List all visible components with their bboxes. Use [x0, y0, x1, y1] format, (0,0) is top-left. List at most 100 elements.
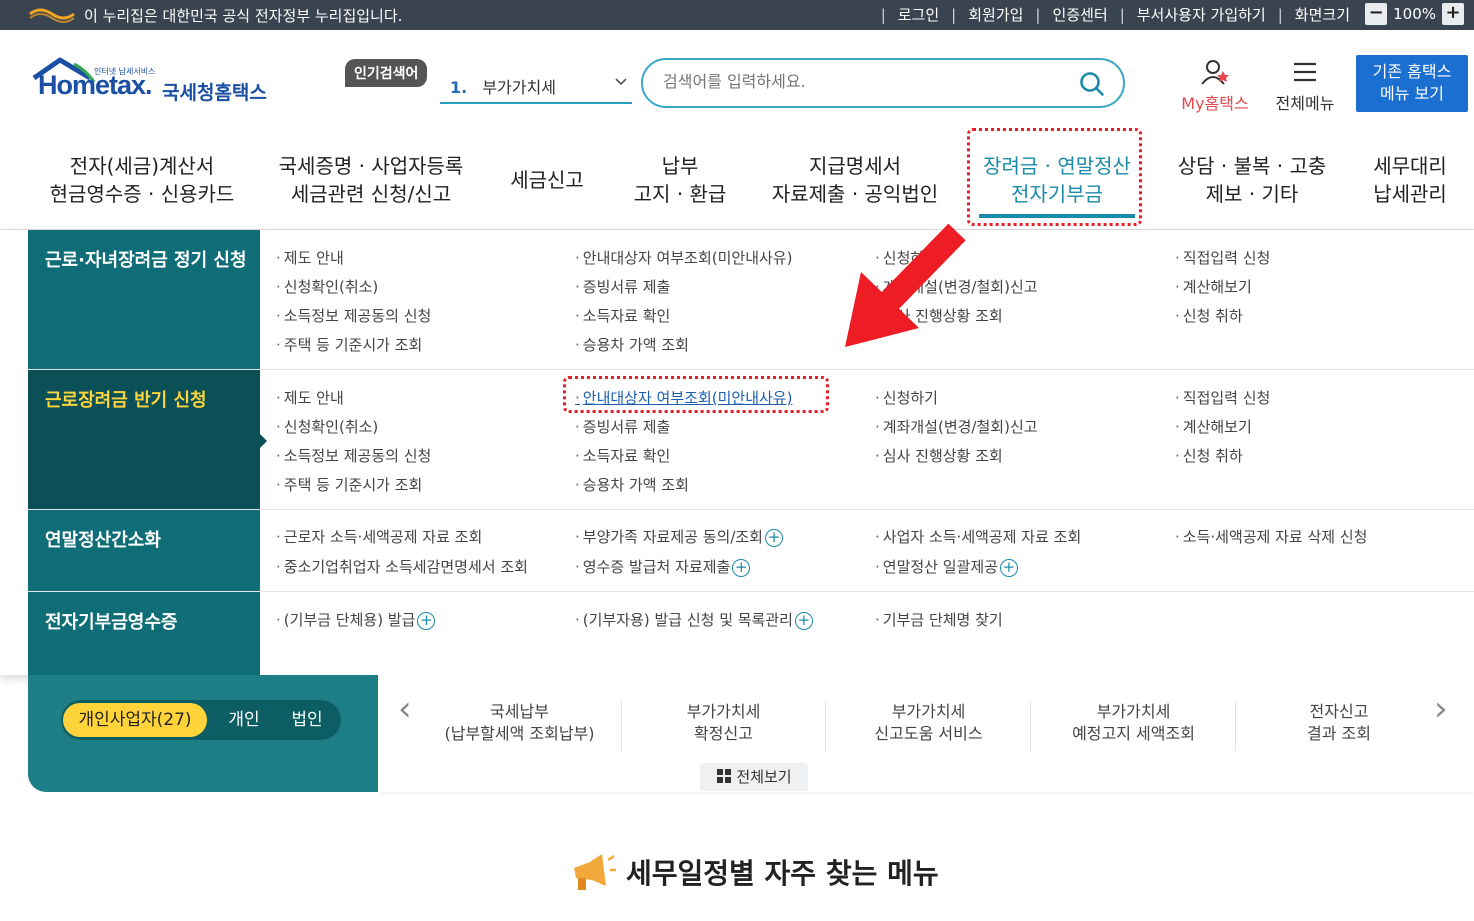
menu-link[interactable]: 신청 취하	[1175, 445, 1243, 466]
plus-circle-icon[interactable]: +	[794, 611, 813, 630]
signup-link[interactable]: 회원가입	[956, 4, 1035, 25]
menu-link[interactable]: 사업자 소득·세액공제 자료 조회	[875, 526, 1081, 547]
plus-circle-icon[interactable]: +	[999, 558, 1018, 577]
popular-keyword: 부가가치세	[482, 78, 556, 97]
menu-link[interactable]: 소득정보 제공동의 신청	[276, 445, 432, 466]
quick-item-vat-estimate[interactable]: 부가가치세 예정고지 세액조회	[1032, 701, 1236, 751]
menu-row-donation-receipt: 전자기부금영수증 (기부금 단체용) 발급+ (기부자용) 발급 신청 및 목록…	[28, 592, 1474, 675]
menu-link[interactable]: 제도 안내	[276, 247, 344, 268]
gnb-payment-refund[interactable]: 납부 고지 · 환급	[622, 152, 738, 208]
search-box	[641, 58, 1125, 108]
menu-link[interactable]: 소득·세액공제 자료 삭제 신청	[1175, 526, 1368, 547]
mega-dropdown-menu: 근로·자녀장려금 정기 신청 제도 안내 신청확인(취소) 소득정보 제공동의 …	[0, 230, 1474, 675]
plus-circle-icon[interactable]: +	[764, 528, 783, 547]
menu-link-label: 연말정산 일괄제공	[882, 558, 998, 576]
menu-row-title-active[interactable]: 근로장려금 반기 신청	[28, 370, 267, 509]
menu-link[interactable]: 계산해보기	[1175, 276, 1252, 297]
chevron-left-icon[interactable]: ‹	[398, 689, 412, 729]
menu-link-expandable[interactable]: 부양가족 자료제공 동의/조회+	[575, 526, 783, 547]
zoom-value: 100%	[1393, 5, 1436, 23]
chevron-right-icon[interactable]: ›	[1434, 689, 1448, 729]
legacy-menu-line2: 메뉴 보기	[1380, 84, 1444, 103]
menu-link[interactable]: 계좌개설(변경/철회)신고	[875, 416, 1038, 437]
gnb-certificate-registration[interactable]: 국세증명 · 사업자등록 세금관련 신청/신고	[270, 152, 472, 208]
megaphone-icon	[574, 854, 616, 890]
login-link[interactable]: 로그인	[886, 4, 951, 25]
menu-link[interactable]: 신청확인(취소)	[276, 416, 379, 437]
menu-link[interactable]: 승용차 가액 조회	[575, 334, 689, 355]
menu-link[interactable]: 신청 취하	[1175, 305, 1243, 326]
hamburger-icon	[1294, 62, 1316, 82]
menu-link[interactable]: 주택 등 기준시가 조회	[276, 334, 423, 355]
menu-link[interactable]: 신청하기	[875, 387, 938, 408]
gov-logo-icon	[29, 8, 75, 23]
quick-item-tax-payment[interactable]: 국세납부 (납부할세액 조회납부)	[418, 701, 622, 751]
zoom-out-button[interactable]: −	[1365, 3, 1388, 25]
menu-link[interactable]: 주택 등 기준시가 조회	[276, 474, 423, 495]
menu-link-expandable[interactable]: 연말정산 일괄제공+	[875, 556, 1018, 577]
quick-menu-carousel: ‹ 국세납부 (납부할세액 조회납부) 부가가치세 확정신고 부가가치세 신고도…	[378, 675, 1474, 792]
dept-user-signup-link[interactable]: 부서사용자 가입하기	[1125, 4, 1278, 25]
menu-link[interactable]: 근로자 소득·세액공제 자료 조회	[276, 526, 482, 547]
tab-individual[interactable]: 개인	[215, 703, 273, 737]
menu-link[interactable]: 심사 진행상황 조회	[875, 445, 1003, 466]
menu-row-title[interactable]: 연말정산간소화	[28, 510, 260, 591]
menu-link[interactable]: 신청확인(취소)	[276, 276, 379, 297]
gov-banner: 이 누리집은 대한민국 공식 전자정부 누리집입니다. | 로그인 | 회원가입…	[0, 0, 1474, 30]
quick-service-panel: 개인사업자(27) 개인 법인 ‹ 국세납부 (납부할세액 조회납부) 부가가치…	[28, 675, 1474, 792]
menu-link-expandable[interactable]: 영수증 발급처 자료제출+	[575, 556, 751, 577]
view-all-button[interactable]: 전체보기	[700, 763, 808, 791]
logo-korean-name: 국세청홈택스	[162, 82, 267, 104]
all-menu-label: 전체메뉴	[1275, 94, 1335, 113]
menu-row-title[interactable]: 근로·자녀장려금 정기 신청	[28, 230, 260, 369]
view-all-label: 전체보기	[736, 768, 792, 786]
my-hometax-button[interactable]: My홈택스	[1172, 58, 1258, 114]
gnb-payment-statement[interactable]: 지급명세서 자료제출 · 공익법인	[762, 152, 948, 208]
plus-circle-icon[interactable]: +	[732, 558, 751, 577]
plus-circle-icon[interactable]: +	[417, 611, 436, 630]
all-menu-button[interactable]: 전체메뉴	[1268, 58, 1342, 114]
gnb-e-invoice[interactable]: 전자(세금)계산서 현금영수증 · 신용카드	[40, 152, 244, 208]
menu-row-title[interactable]: 전자기부금영수증	[28, 592, 260, 675]
gnb-consult-appeal[interactable]: 상담 · 불복 · 고충 제보 · 기타	[1170, 152, 1334, 208]
menu-link[interactable]: 직접입력 신청	[1175, 247, 1271, 268]
search-icon[interactable]	[1079, 71, 1105, 101]
annotation-highlight-box	[563, 376, 829, 413]
menu-link[interactable]: 직접입력 신청	[1175, 387, 1271, 408]
cert-center-link[interactable]: 인증센터	[1040, 4, 1119, 25]
menu-link[interactable]: 제도 안내	[276, 387, 344, 408]
menu-link-expandable[interactable]: (기부자용) 발급 신청 및 목록관리+	[575, 609, 813, 630]
quick-item-vat-help[interactable]: 부가가치세 신고도움 서비스	[827, 701, 1031, 751]
menu-row-year-end-simplified: 연말정산간소화 근로자 소득·세액공제 자료 조회 중소기업취업자 소득세감면명…	[28, 510, 1474, 592]
zoom-in-button[interactable]: +	[1442, 3, 1464, 25]
tab-corporation[interactable]: 법인	[277, 703, 337, 737]
menu-link[interactable]: 승용차 가액 조회	[575, 474, 689, 495]
user-type-toggle: 개인사업자(27) 개인 법인	[61, 700, 341, 740]
menu-link-expandable[interactable]: (기부금 단체용) 발급+	[276, 609, 436, 630]
tab-individual-business[interactable]: 개인사업자(27)	[63, 703, 207, 737]
menu-link[interactable]: 기부금 단체명 찾기	[875, 609, 1003, 630]
main-navigation: 전자(세금)계산서 현금영수증 · 신용카드 국세증명 · 사업자등록 세금관련…	[0, 130, 1474, 230]
menu-link[interactable]: 소득정보 제공동의 신청	[276, 305, 432, 326]
menu-link[interactable]: 계산해보기	[1175, 416, 1252, 437]
menu-link[interactable]: 소득자료 확인	[575, 305, 671, 326]
gnb-tax-filing[interactable]: 세금신고	[497, 166, 597, 194]
menu-link-label: (기부금 단체용) 발급	[283, 611, 416, 629]
menu-link[interactable]: 증빙서류 제출	[575, 416, 671, 437]
menu-link[interactable]: 소득자료 확인	[575, 445, 671, 466]
menu-link[interactable]: 중소기업취업자 소득세감면명세서 조회	[276, 556, 528, 577]
hometax-logo[interactable]: 인터넷 납세서비스 Hometax. 국세청홈택스	[30, 56, 280, 112]
menu-link-label: (기부자용) 발급 신청 및 목록관리	[582, 611, 793, 629]
user-type-panel: 개인사업자(27) 개인 법인	[28, 675, 378, 792]
gnb-tax-agent[interactable]: 세무대리 납세관리	[1356, 152, 1464, 208]
menu-link[interactable]: 안내대상자 여부조회(미안내사유)	[575, 247, 793, 268]
menu-link[interactable]: 증빙서류 제출	[575, 276, 671, 297]
popular-search-select[interactable]: 1. 부가가치세	[440, 66, 632, 104]
quick-item-efile-result[interactable]: 전자신고 결과 조회	[1237, 701, 1441, 751]
search-input[interactable]	[663, 72, 1063, 91]
quick-item-vat-final[interactable]: 부가가치세 확정신고	[622, 701, 826, 751]
menu-link-label: 영수증 발급처 자료제출	[582, 558, 731, 576]
site-header: 인터넷 납세서비스 Hometax. 국세청홈택스 인기검색어 1. 부가가치세…	[0, 30, 1474, 130]
grid-icon	[717, 769, 732, 783]
legacy-menu-button[interactable]: 기존 홈택스 메뉴 보기	[1356, 55, 1468, 112]
